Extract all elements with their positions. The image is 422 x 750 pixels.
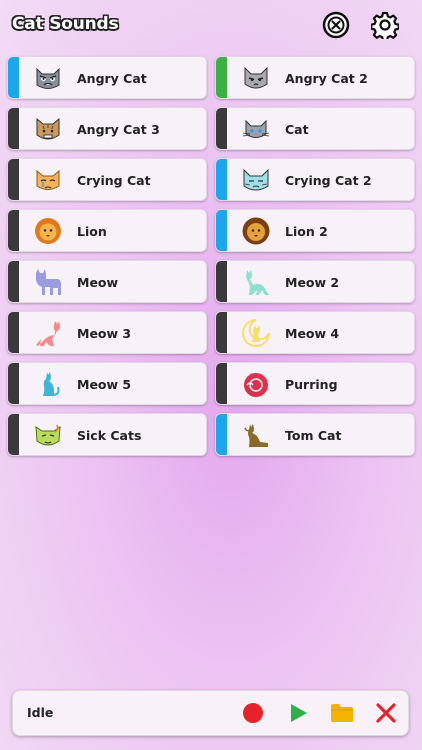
sound-button-angry-cat[interactable]: Angry Cat (7, 56, 207, 99)
cat-sitting-icon (32, 368, 64, 400)
accent-stripe (8, 57, 19, 98)
sound-label: Crying Cat 2 (285, 173, 372, 188)
settings-button[interactable] (369, 9, 401, 41)
sound-label: Meow 4 (285, 326, 340, 341)
record-icon (243, 703, 263, 723)
sound-button-crying-cat[interactable]: Crying Cat (7, 158, 207, 201)
cat-sitting-brown-icon (240, 419, 272, 451)
sound-label: Sick Cats (77, 428, 142, 443)
accent-stripe (8, 210, 19, 251)
folder-button[interactable] (330, 701, 354, 725)
stop-circle-icon (322, 11, 350, 39)
accent-stripe (216, 312, 227, 353)
sound-button-angry-cat-3[interactable]: Angry Cat 3 (7, 107, 207, 150)
sound-button-angry-cat-2[interactable]: Angry Cat 2 (215, 56, 415, 99)
accent-stripe (216, 210, 227, 251)
accent-stripe (216, 363, 227, 404)
sound-button-crying-cat-2[interactable]: Crying Cat 2 (215, 158, 415, 201)
accent-stripe (8, 414, 19, 455)
sound-label: Cat (285, 122, 309, 137)
sound-button-meow-3[interactable]: Meow 3 (7, 311, 207, 354)
accent-stripe (216, 261, 227, 302)
cat-silhouette-2-icon (240, 266, 272, 298)
accent-stripe (8, 159, 19, 200)
sound-button-meow-2[interactable]: Meow 2 (215, 260, 415, 303)
sound-label: Meow (77, 275, 119, 290)
accent-stripe (8, 363, 19, 404)
player-bar: Idle (12, 690, 409, 736)
play-button[interactable] (286, 701, 310, 725)
app-title: Cat Sounds (12, 14, 119, 34)
sound-label: Lion 2 (285, 224, 328, 239)
angry-cat-face-2-icon (240, 62, 272, 94)
close-button[interactable] (374, 701, 398, 725)
cat-curled-icon (240, 368, 272, 400)
sound-button-tom-cat[interactable]: Tom Cat (215, 413, 415, 456)
cat-silhouette-icon (32, 266, 64, 298)
sound-label: Lion (77, 224, 107, 239)
sound-label: Angry Cat (77, 71, 147, 86)
sound-label: Meow 2 (285, 275, 340, 290)
player-status: Idle (27, 705, 54, 720)
sound-button-lion[interactable]: Lion (7, 209, 207, 252)
accent-stripe (216, 414, 227, 455)
lion-face-icon (32, 215, 64, 247)
sound-button-sick-cats[interactable]: Sick Cats (7, 413, 207, 456)
accent-stripe (216, 57, 227, 98)
gear-icon (371, 11, 399, 39)
angry-cat-face-icon (32, 62, 64, 94)
sound-label: Meow 5 (77, 377, 132, 392)
sound-label: Tom Cat (285, 428, 342, 443)
accent-stripe (8, 312, 19, 353)
crying-cat-face-icon (32, 164, 64, 196)
sick-cat-face-icon (32, 419, 64, 451)
sound-button-cat[interactable]: Cat (215, 107, 415, 150)
lion-face-2-icon (240, 215, 272, 247)
sound-button-meow-4[interactable]: Meow 4 (215, 311, 415, 354)
sound-button-lion-2[interactable]: Lion 2 (215, 209, 415, 252)
grey-cat-face-icon (240, 113, 272, 145)
cat-silhouette-3-icon (32, 317, 64, 349)
stop-all-button[interactable] (320, 9, 352, 41)
sound-label: Crying Cat (77, 173, 151, 188)
crying-cat-face-2-icon (240, 164, 272, 196)
sound-button-meow-5[interactable]: Meow 5 (7, 362, 207, 405)
sound-button-meow[interactable]: Meow (7, 260, 207, 303)
sound-label: Angry Cat 3 (77, 122, 160, 137)
folder-icon (331, 704, 353, 722)
accent-stripe (216, 159, 227, 200)
accent-stripe (216, 108, 227, 149)
accent-stripe (8, 108, 19, 149)
sound-button-purring[interactable]: Purring (215, 362, 415, 405)
sound-label: Meow 3 (77, 326, 132, 341)
cat-moon-icon (240, 317, 272, 349)
accent-stripe (8, 261, 19, 302)
tabby-cat-face-icon (32, 113, 64, 145)
play-icon (291, 704, 307, 722)
sound-label: Angry Cat 2 (285, 71, 368, 86)
close-icon (376, 703, 396, 723)
sound-label: Purring (285, 377, 338, 392)
record-button[interactable] (241, 701, 265, 725)
